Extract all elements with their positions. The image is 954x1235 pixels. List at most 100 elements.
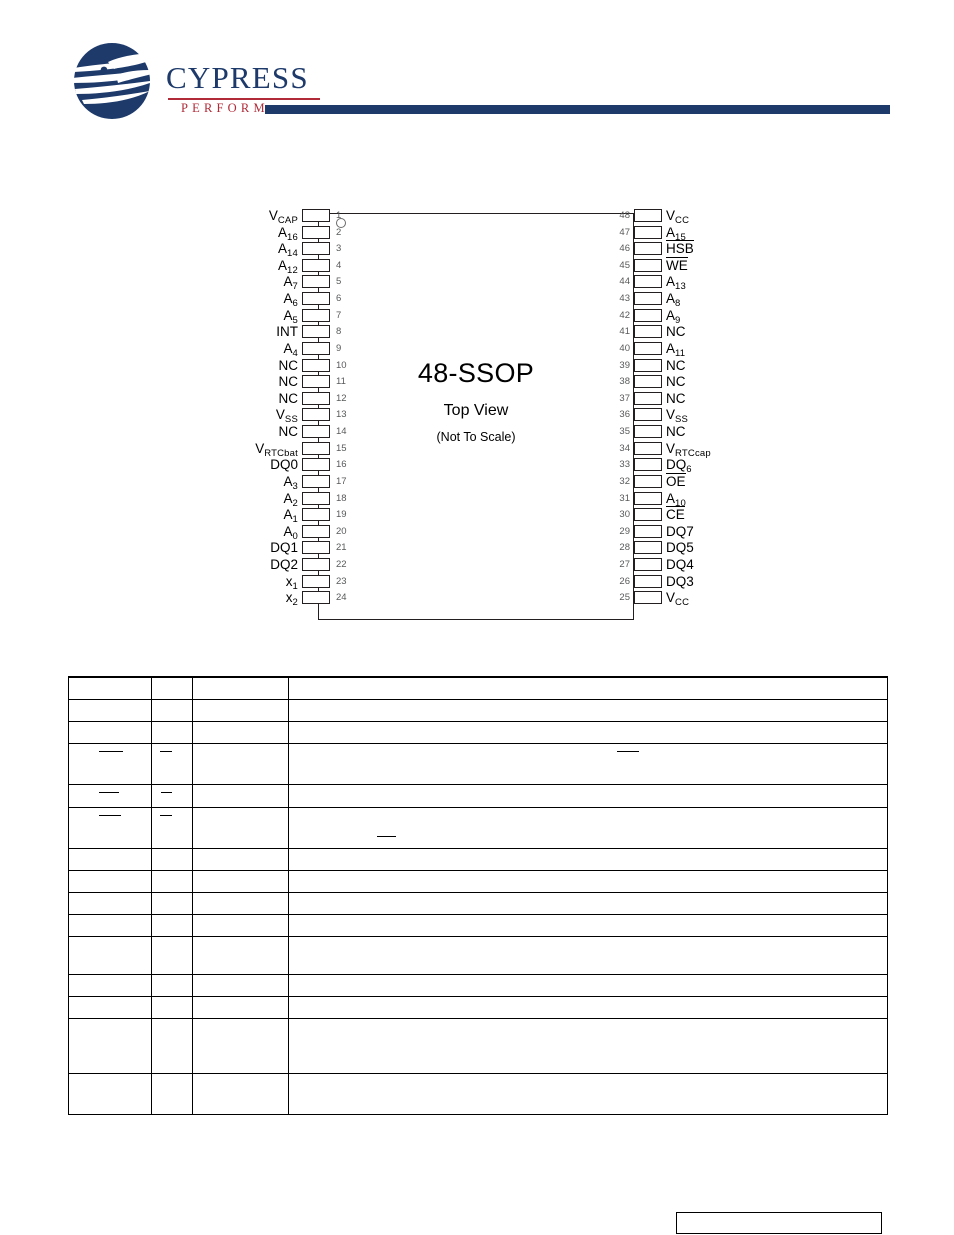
cell-content bbox=[289, 997, 887, 1018]
pin-number-20: 20 bbox=[336, 525, 347, 537]
cell-content bbox=[289, 1019, 887, 1073]
package-title: 48-SSOP bbox=[417, 358, 535, 388]
cell-content bbox=[69, 915, 151, 936]
pin-row-17: A3 17 bbox=[232, 474, 352, 492]
pin-number-46: 46 bbox=[619, 243, 630, 255]
pin-label-45: WE bbox=[666, 256, 688, 273]
pin-label-32: OE bbox=[666, 472, 686, 489]
cell-content bbox=[152, 678, 192, 699]
pin-number-12: 12 bbox=[336, 392, 347, 404]
pin-lead-46 bbox=[634, 242, 662, 256]
pin-row-41: NC 41 bbox=[602, 324, 732, 341]
pin-label-25: VCC bbox=[666, 590, 690, 609]
pin-row-24: x2 24 bbox=[232, 590, 352, 609]
overbar-stroke bbox=[99, 751, 123, 753]
pin-number-16: 16 bbox=[336, 459, 347, 471]
pin-row-31: A10 31 bbox=[602, 491, 732, 509]
cell-content bbox=[152, 871, 192, 892]
pin-number-18: 18 bbox=[336, 492, 347, 504]
table-row bbox=[68, 743, 888, 785]
pin-lead-32 bbox=[634, 474, 662, 488]
cell-content bbox=[69, 1074, 151, 1114]
cell-pin bbox=[151, 699, 193, 722]
pin-row-46: HSB 46 bbox=[602, 240, 732, 258]
pin-row-33: DQ6 33 bbox=[602, 457, 732, 475]
pin-lead-13 bbox=[302, 408, 330, 422]
pin-label-35: NC bbox=[666, 424, 686, 440]
pin-row-18: A2 18 bbox=[232, 491, 352, 509]
cell-content bbox=[69, 996, 151, 1018]
pin-number-1: 1 bbox=[336, 210, 342, 221]
cell-content bbox=[193, 744, 288, 784]
cell-type bbox=[192, 784, 289, 808]
pin-lead-36 bbox=[634, 408, 662, 422]
pin-lead-22 bbox=[302, 558, 330, 572]
cell-description bbox=[288, 1073, 888, 1115]
pin-number-26: 26 bbox=[619, 575, 630, 587]
cell-pin bbox=[151, 974, 193, 997]
cell-content bbox=[69, 678, 151, 699]
pin-lead-44 bbox=[634, 275, 662, 289]
cell-content bbox=[69, 893, 151, 914]
package-scale-note: (Not To Scale) bbox=[436, 430, 516, 444]
pin-row-20: A0 20 bbox=[232, 524, 352, 542]
cell-content bbox=[289, 937, 887, 974]
pin-row-25: VCC 25 bbox=[602, 590, 732, 609]
pin-lead-20 bbox=[302, 524, 330, 538]
cell-content bbox=[152, 849, 192, 870]
cell-content bbox=[193, 893, 288, 914]
pin-number-21: 21 bbox=[336, 542, 347, 554]
table-row bbox=[68, 974, 888, 997]
cell-content bbox=[289, 915, 887, 936]
cell-content bbox=[193, 975, 288, 996]
cell-pin bbox=[151, 807, 193, 849]
cell-content bbox=[289, 893, 887, 914]
cell-content bbox=[289, 808, 887, 848]
pin-lead-40 bbox=[634, 341, 662, 355]
cell-description bbox=[288, 784, 888, 808]
pin-label-39: NC bbox=[666, 357, 686, 373]
pin-lead-34 bbox=[634, 441, 662, 455]
pin-lead-11 bbox=[302, 375, 330, 389]
cell-pin bbox=[151, 892, 193, 915]
cell-content bbox=[193, 1019, 288, 1073]
table-row bbox=[68, 870, 888, 893]
pin-row-9: A4 9 bbox=[232, 341, 352, 359]
table-row bbox=[68, 936, 888, 975]
cell-description bbox=[288, 677, 888, 700]
logo-divider-rule bbox=[168, 98, 320, 100]
cell-content bbox=[152, 937, 192, 974]
cypress-tagline: PERFORM bbox=[181, 101, 269, 115]
cell-content bbox=[289, 744, 887, 784]
cell-content bbox=[152, 893, 192, 914]
pin-lead-48 bbox=[634, 209, 662, 222]
overbar-stroke bbox=[617, 751, 639, 753]
pin-row-36: VSS 36 bbox=[602, 407, 732, 425]
cell-name bbox=[68, 914, 152, 937]
overbar-stroke bbox=[377, 836, 396, 838]
pin-row-13: VSS 13 bbox=[232, 407, 352, 425]
pin-lead-1 bbox=[302, 209, 330, 222]
pin-lead-23 bbox=[302, 574, 330, 588]
pin-row-39: NC 39 bbox=[602, 358, 732, 375]
pin-label-24: x2 bbox=[285, 590, 298, 609]
pin-lead-43 bbox=[634, 292, 662, 306]
pin-lead-31 bbox=[634, 491, 662, 505]
cell-content bbox=[69, 744, 151, 784]
cell-name bbox=[68, 848, 152, 871]
cell-content bbox=[69, 975, 151, 996]
cell-pin bbox=[151, 721, 193, 744]
pin-number-9: 9 bbox=[336, 342, 342, 354]
cell-description bbox=[288, 892, 888, 915]
pin-label-28: DQ5 bbox=[666, 540, 694, 556]
pin-label-21: DQ1 bbox=[270, 540, 298, 556]
cell-content bbox=[152, 975, 192, 996]
pin-number-32: 32 bbox=[619, 475, 630, 487]
pin-label-8: INT bbox=[276, 324, 298, 340]
table-row bbox=[68, 914, 888, 937]
pin-row-16: DQ0 16 bbox=[232, 457, 352, 474]
pin-lead-42 bbox=[634, 308, 662, 322]
cell-name bbox=[68, 1073, 152, 1115]
pin-row-37: NC 37 bbox=[602, 391, 732, 408]
cell-name bbox=[68, 936, 152, 975]
